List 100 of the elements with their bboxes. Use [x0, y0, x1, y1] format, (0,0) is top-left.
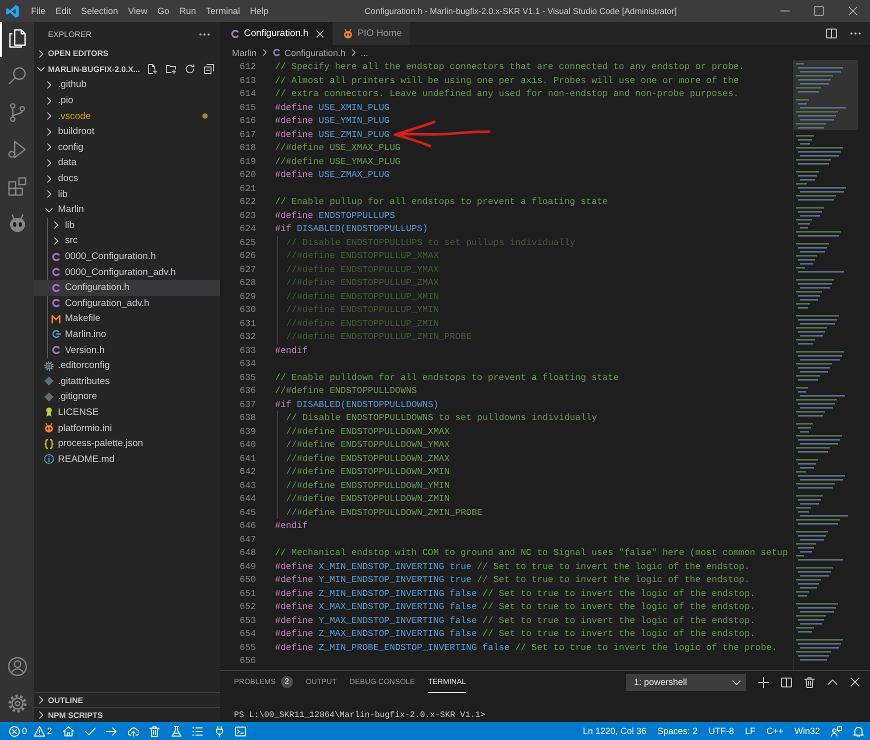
breadcrumb-item[interactable]: Configuration.h	[284, 48, 346, 58]
trash-icon[interactable]	[804, 676, 815, 688]
split-terminal-icon[interactable]	[781, 676, 792, 688]
plug-icon[interactable]	[214, 726, 225, 736]
menu-item[interactable]: View	[123, 3, 152, 19]
editor-tab[interactable]: PIO Home	[333, 22, 411, 45]
settings-icon[interactable]	[8, 694, 26, 713]
home-icon[interactable]	[63, 726, 74, 736]
line-number: 655	[238, 640, 256, 654]
close-icon[interactable]	[848, 6, 858, 16]
status-item[interactable]: C++	[766, 726, 784, 736]
breadcrumb-item[interactable]: ...	[360, 48, 368, 58]
tree-item[interactable]: Marlin	[34, 202, 220, 218]
chevron-up-icon[interactable]	[827, 676, 838, 688]
tree-item[interactable]: 0000_Configuration.h	[34, 248, 220, 264]
tree-item[interactable]: process-palette.json	[34, 436, 220, 452]
arrow-right-icon[interactable]	[106, 726, 118, 736]
tree-item[interactable]: config	[34, 140, 220, 156]
section-header[interactable]: OUTLINE	[34, 692, 220, 707]
code-line: #define Y_MAX_ENDSTOP_INVERTING false // Set to true to invert the logic of the endstop.	[275, 614, 756, 627]
section-header[interactable]: OPEN EDITORS	[34, 46, 220, 62]
status-item[interactable]: Win32	[794, 726, 820, 736]
account-icon[interactable]	[8, 657, 26, 676]
tree-item[interactable]: lib	[34, 186, 220, 202]
section-header[interactable]: MARLIN-BUGFIX-2.0.X...	[34, 62, 220, 78]
status-item[interactable]: UTF-8	[708, 726, 734, 736]
menu-item[interactable]: Go	[152, 3, 174, 19]
status-item[interactable]: Ln 1220, Col 36	[582, 726, 646, 736]
tree-item[interactable]: .gitignore	[34, 389, 220, 405]
tree-item[interactable]: Configuration_adv.h	[34, 296, 220, 312]
line-number: 624	[238, 222, 256, 236]
tree-item[interactable]: .github	[34, 77, 220, 93]
refresh-icon[interactable]	[185, 64, 195, 74]
line-number: 625	[238, 236, 256, 249]
chevron-right-icon	[260, 49, 268, 56]
error-count[interactable]: 0	[22, 726, 28, 736]
person-bubble-icon[interactable]	[831, 726, 842, 736]
line-number: 639	[238, 424, 256, 438]
line-number: 636	[238, 384, 256, 398]
line-number: 654	[238, 627, 256, 640]
close-icon[interactable]	[316, 30, 324, 38]
tree-item[interactable]: lib	[34, 218, 220, 234]
c-file-icon	[51, 267, 61, 278]
line-number: 617	[238, 128, 256, 141]
menu-item[interactable]: File	[26, 3, 51, 19]
breadcrumb-item[interactable]: Marlin	[232, 48, 257, 58]
alien-head-icon	[8, 214, 26, 233]
tree-item[interactable]: .gitattributes	[34, 373, 220, 390]
app-logo-icon	[6, 4, 19, 18]
new-folder-icon[interactable]	[166, 64, 176, 74]
status-item[interactable]: LF	[744, 726, 756, 736]
tree-item[interactable]: .pio	[34, 92, 220, 108]
tree-item[interactable]: .vscode	[34, 108, 220, 124]
cloud-upload-icon[interactable]	[128, 726, 139, 736]
tree-item[interactable]: Configuration.h	[34, 280, 220, 296]
line-number: 637	[238, 398, 256, 411]
menu-item[interactable]: Help	[244, 3, 274, 19]
tree-item[interactable]: 0000_Configuration_adv.h	[34, 264, 220, 280]
check-icon[interactable]	[84, 726, 96, 736]
tree-item[interactable]: Version.h	[34, 342, 220, 358]
code-line: #define Z_MAX_ENDSTOP_INVERTING false // Set to true to invert the logic of the endstop.	[275, 627, 756, 640]
tree-item[interactable]: README.md	[34, 451, 220, 468]
menu-item[interactable]: Edit	[50, 3, 76, 19]
c-file-icon	[51, 282, 61, 293]
plus-icon[interactable]	[758, 676, 769, 688]
editor-tab[interactable]: Configuration.h	[220, 22, 334, 45]
collapse-all-icon[interactable]	[204, 64, 214, 74]
terminal-select[interactable]: 1: powershell	[626, 674, 746, 690]
tree-item[interactable]: LICENSE	[34, 404, 220, 420]
tree-item[interactable]: src	[34, 233, 220, 249]
status-item[interactable]: Spaces: 2	[657, 726, 698, 736]
bell-icon[interactable]	[853, 726, 864, 736]
tree-item[interactable]: docs	[34, 170, 220, 186]
warning-count[interactable]: 2	[47, 726, 52, 736]
menu-item[interactable]: Run	[174, 3, 201, 19]
tree-item[interactable]: data	[34, 155, 220, 171]
maximize-icon[interactable]	[814, 6, 824, 16]
list-icon[interactable]	[192, 726, 204, 736]
tree-item[interactable]: buildroot	[34, 124, 220, 140]
new-file-icon[interactable]	[147, 64, 157, 74]
makefile-icon	[51, 314, 61, 324]
menu-item[interactable]: Terminal	[200, 3, 245, 19]
flask-icon[interactable]	[170, 726, 182, 736]
terminal-icon[interactable]	[235, 726, 246, 736]
tree-item[interactable]: .editorconfig	[34, 358, 220, 374]
split-editor-icon[interactable]	[826, 28, 837, 39]
info-icon	[44, 454, 54, 464]
line-number: 631	[238, 316, 256, 330]
line-number: 650	[238, 573, 256, 586]
menu-item[interactable]: Selection	[76, 3, 124, 19]
diamond-icon	[44, 392, 54, 402]
chevron-down-icon	[37, 65, 45, 74]
close-icon[interactable]	[850, 677, 860, 687]
tree-item[interactable]: Makefile	[34, 311, 220, 327]
code-line: // Almost all printers will be using one per axis. Probes will use one or more of the	[275, 74, 739, 87]
code-line: // Specify here all the endstop connectors that are connected to any endstop or probe.	[275, 60, 744, 74]
tree-item[interactable]: platformio.ini	[34, 420, 220, 436]
line-number: 626	[238, 249, 256, 262]
chevron-down-icon	[732, 678, 741, 686]
tree-item[interactable]: Marlin.ino	[34, 326, 220, 342]
